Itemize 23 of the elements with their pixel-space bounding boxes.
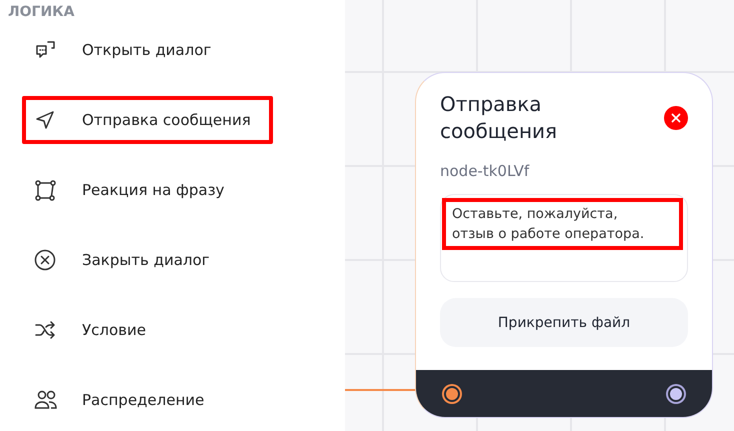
close-icon	[671, 113, 681, 123]
message-field[interactable]: Оставьте, пожалуйста, отзыв о работе оператора.	[440, 194, 688, 282]
node-card[interactable]: Отправка сообщения node-tk0LVf Оставьте, пожалуйста, отзыв о работе оператора. Прикрепить файл	[415, 72, 713, 418]
shuffle-icon	[34, 319, 56, 341]
send-icon	[34, 109, 56, 131]
section-title: ЛОГИКА	[8, 3, 76, 22]
users-icon	[34, 389, 58, 411]
menu-item[interactable]: Условие	[22, 306, 273, 354]
node-id: node-tk0LVf	[440, 162, 530, 180]
node-title: Отправка сообщения	[440, 91, 558, 145]
menu-item[interactable]: Распределение	[22, 376, 273, 424]
connection-line	[345, 389, 417, 391]
output-port[interactable]	[668, 386, 684, 402]
close-button[interactable]	[664, 106, 688, 130]
message-text: Оставьте, пожалуйста, отзыв о работе оператора.	[442, 198, 683, 250]
menu-item[interactable]: Отправка сообщения	[22, 96, 273, 144]
nodes-icon	[34, 179, 56, 201]
close-circle-icon	[34, 249, 56, 271]
menu-item[interactable]: Реакция на фразу	[22, 166, 273, 214]
menu-item[interactable]: Закрыть диалог	[22, 236, 273, 284]
input-port[interactable]	[444, 386, 460, 402]
attach-file-button[interactable]: Прикрепить файл	[440, 298, 688, 347]
menu-item[interactable]: Открыть диалог	[22, 26, 273, 74]
